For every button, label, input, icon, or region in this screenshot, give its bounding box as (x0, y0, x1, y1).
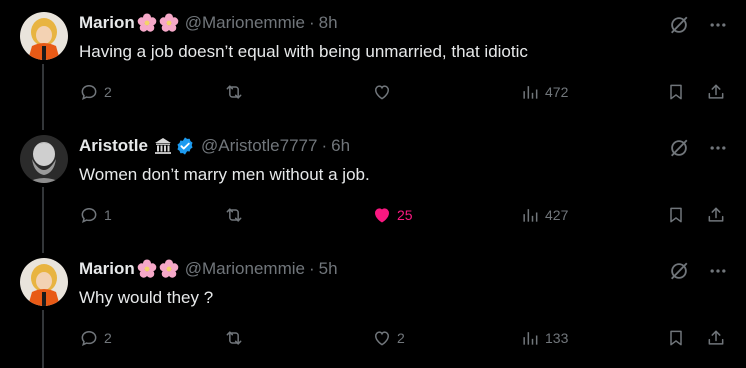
separator-dot: · (308, 259, 315, 278)
reply-button[interactable]: 1 (79, 205, 112, 225)
views-icon (523, 332, 538, 345)
views-icon (523, 86, 538, 99)
heart-icon (374, 331, 390, 346)
share-button[interactable] (706, 82, 726, 102)
tweet-actions: 2 472 (79, 82, 728, 106)
timestamp[interactable]: 5h (319, 259, 338, 279)
retweet-icon (226, 208, 242, 222)
timestamp[interactable]: 6h (331, 136, 350, 156)
avatar[interactable] (20, 135, 68, 183)
handle[interactable]: @Marionemmie (185, 13, 305, 33)
views-icon (523, 209, 538, 222)
display-name[interactable]: Aristotle (79, 136, 148, 156)
share-icon (708, 330, 724, 345)
heart-icon (374, 85, 390, 100)
like-count: 2 (397, 330, 405, 346)
share-icon (708, 84, 724, 99)
share-button[interactable] (706, 328, 726, 348)
share-button[interactable] (706, 205, 726, 225)
reply-button[interactable]: 2 (79, 328, 112, 348)
tweet-text: Why would they ? (79, 288, 214, 307)
like-count: 25 (397, 207, 413, 223)
tweet-top-actions (668, 260, 728, 282)
reply-icon (81, 330, 97, 347)
retweet-button[interactable] (224, 328, 249, 348)
verified-badge-icon (175, 136, 195, 156)
separator-dot: · (321, 136, 328, 155)
grok-icon[interactable] (668, 260, 690, 282)
retweet-button[interactable] (224, 82, 249, 102)
bookmark-button[interactable] (666, 82, 686, 102)
tweet-header: Marion @Marionemmie · 5h (79, 258, 338, 280)
reply-count: 1 (104, 207, 112, 223)
views-count: 133 (545, 330, 569, 346)
separator-dot: · (308, 13, 315, 32)
reply-count: 2 (104, 84, 112, 100)
tweet-header: Marion @Marionemmie · 8h (79, 12, 338, 34)
avatar[interactable] (20, 258, 68, 306)
like-button[interactable]: 2 (372, 328, 405, 348)
reply-button[interactable]: 2 (79, 82, 112, 102)
views-button[interactable]: 133 (520, 328, 568, 348)
grok-icon[interactable] (668, 14, 690, 36)
more-options-icon[interactable] (708, 261, 728, 281)
reply-icon (81, 84, 97, 101)
bookmark-icon (670, 207, 682, 223)
classical-building-icon (153, 136, 173, 156)
cherry-blossom-icon (159, 13, 179, 33)
tweet[interactable]: Marion @Marionemmie · 8h Having a job do… (0, 0, 746, 122)
views-count: 472 (545, 84, 569, 100)
display-name[interactable]: Marion (79, 13, 135, 33)
like-button[interactable]: 25 (372, 205, 413, 225)
tweet-text: Women don’t marry men without a job. (79, 165, 370, 184)
tweet[interactable]: Marion @Marionemmie · 5h Why would they … (0, 246, 746, 368)
retweet-icon (226, 85, 242, 99)
tweet[interactable]: Aristotle @Aristotle7777 · 6h Women don’… (0, 123, 746, 245)
tweet-top-actions (668, 137, 728, 159)
tweet-actions: 2 2 133 (79, 328, 728, 352)
tweet-header: Aristotle @Aristotle7777 · 6h (79, 135, 350, 157)
handle[interactable]: @Marionemmie (185, 259, 305, 279)
cherry-blossom-icon (137, 259, 157, 279)
retweet-icon (226, 331, 242, 345)
reply-count: 2 (104, 330, 112, 346)
more-options-icon[interactable] (708, 138, 728, 158)
display-name[interactable]: Marion (79, 259, 135, 279)
tweet-actions: 1 25 427 (79, 205, 728, 229)
bookmark-icon (670, 84, 682, 100)
heart-filled-icon (374, 208, 390, 223)
retweet-button[interactable] (224, 205, 249, 225)
cherry-blossom-icon (137, 13, 157, 33)
grok-icon[interactable] (668, 137, 690, 159)
views-button[interactable]: 427 (520, 205, 568, 225)
tweet-top-actions (668, 14, 728, 36)
bookmark-button[interactable] (666, 328, 686, 348)
bookmark-button[interactable] (666, 205, 686, 225)
handle[interactable]: @Aristotle7777 (201, 136, 318, 156)
views-count: 427 (545, 207, 569, 223)
reply-icon (81, 207, 97, 224)
more-options-icon[interactable] (708, 15, 728, 35)
share-icon (708, 207, 724, 222)
cherry-blossom-icon (159, 259, 179, 279)
views-button[interactable]: 472 (520, 82, 568, 102)
tweet-text: Having a job doesn’t equal with being un… (79, 42, 528, 61)
timestamp[interactable]: 8h (319, 13, 338, 33)
bookmark-icon (670, 330, 682, 346)
like-button[interactable] (372, 82, 397, 102)
avatar[interactable] (20, 12, 68, 60)
